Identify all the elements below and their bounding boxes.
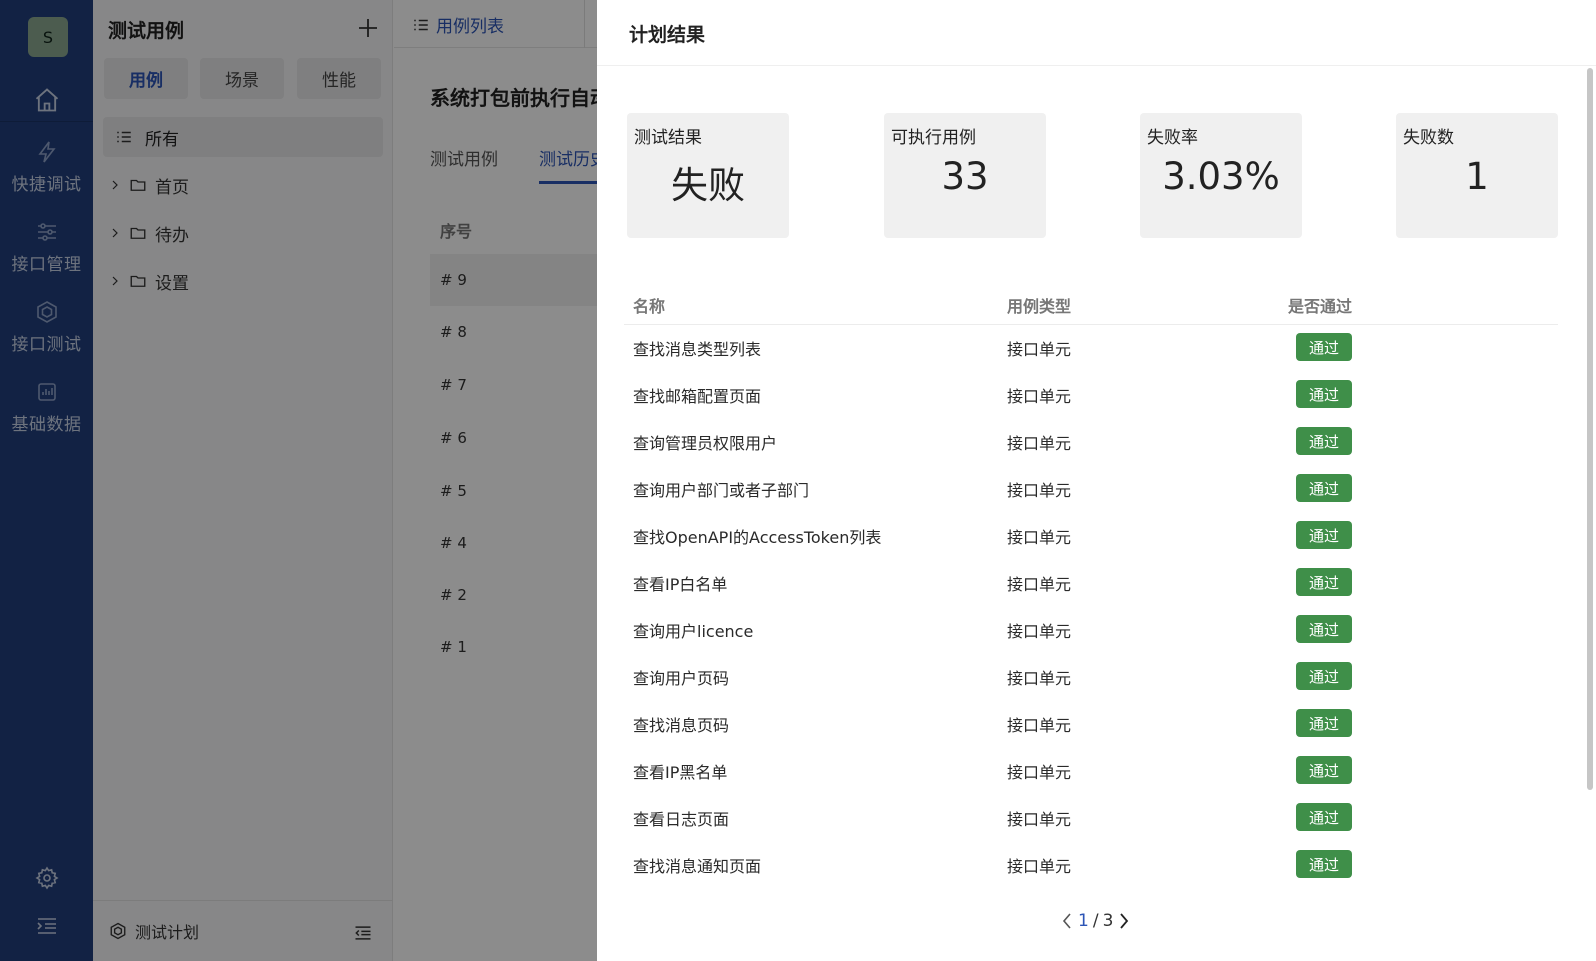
page-separator: / xyxy=(1092,911,1099,931)
pass-badge: 通过 xyxy=(1296,709,1352,737)
stat-card-result: 测试结果 失败 xyxy=(627,113,789,238)
table-row[interactable]: 查找OpenAPI的AccessToken列表 接口单元 通过 xyxy=(624,512,1558,559)
case-name: 查找邮箱配置页面 xyxy=(633,387,762,406)
case-type: 接口单元 xyxy=(1007,810,1072,829)
case-name: 查找消息页码 xyxy=(633,716,730,735)
pass-badge: 通过 xyxy=(1296,615,1352,643)
stat-label: 可执行用例 xyxy=(891,128,976,148)
drawer-title: 计划结果 xyxy=(629,24,706,46)
table-row[interactable]: 查看日志页面 接口单元 通过 xyxy=(624,794,1558,841)
case-name: 查看IP黑名单 xyxy=(633,763,728,782)
table-row[interactable]: 查询用户licence 接口单元 通过 xyxy=(624,606,1558,653)
stat-card-executable: 可执行用例 33 xyxy=(884,113,1046,238)
case-type: 接口单元 xyxy=(1007,857,1072,876)
column-header-name: 名称 xyxy=(633,297,666,316)
pass-badge: 通过 xyxy=(1296,380,1352,408)
stat-card-fail-count: 失败数 1 xyxy=(1396,113,1558,238)
total-pages: 3 xyxy=(1102,911,1114,931)
case-name: 查询用户licence xyxy=(633,622,754,641)
pass-badge: 通过 xyxy=(1296,568,1352,596)
stat-value: 1 xyxy=(1465,155,1489,198)
stat-label: 测试结果 xyxy=(634,128,702,148)
chevron-right-icon xyxy=(1120,913,1129,929)
table-row[interactable]: 查找邮箱配置页面 接口单元 通过 xyxy=(624,371,1558,418)
case-type: 接口单元 xyxy=(1007,575,1072,594)
case-type: 接口单元 xyxy=(1007,434,1072,453)
result-table-header: 名称 用例类型 是否通过 xyxy=(624,285,1558,325)
case-type: 接口单元 xyxy=(1007,481,1072,500)
drawer-header: 计划结果 xyxy=(597,0,1596,66)
next-page-button[interactable] xyxy=(1117,910,1131,932)
case-type: 接口单元 xyxy=(1007,340,1072,359)
case-type: 接口单元 xyxy=(1007,387,1072,406)
case-type: 接口单元 xyxy=(1007,716,1072,735)
case-name: 查找OpenAPI的AccessToken列表 xyxy=(633,528,882,547)
stat-value: 失败 xyxy=(671,164,745,207)
pass-badge: 通过 xyxy=(1296,756,1352,784)
case-type: 接口单元 xyxy=(1007,622,1072,641)
scrollbar-thumb[interactable] xyxy=(1587,68,1593,790)
case-type: 接口单元 xyxy=(1007,669,1072,688)
stat-value: 33 xyxy=(941,155,989,198)
pagination: 1 / 3 xyxy=(1060,908,1131,934)
pass-badge: 通过 xyxy=(1296,333,1352,361)
stat-card-fail-rate: 失败率 3.03% xyxy=(1140,113,1302,238)
table-row[interactable]: 查看IP黑名单 接口单元 通过 xyxy=(624,747,1558,794)
current-page: 1 xyxy=(1078,911,1089,931)
column-header-passed: 是否通过 xyxy=(1288,297,1353,316)
case-name: 查询管理员权限用户 xyxy=(633,434,778,453)
case-name: 查找消息类型列表 xyxy=(633,340,762,359)
column-header-type: 用例类型 xyxy=(1007,297,1072,316)
stat-label: 失败数 xyxy=(1403,128,1454,148)
plan-result-drawer: 计划结果 测试结果 失败 可执行用例 33 失败率 3.03% 失败数 1 名称… xyxy=(597,0,1596,961)
case-name: 查看IP白名单 xyxy=(633,575,728,594)
table-row[interactable]: 查找消息页码 接口单元 通过 xyxy=(624,700,1558,747)
table-row[interactable]: 查看IP白名单 接口单元 通过 xyxy=(624,559,1558,606)
table-row[interactable]: 查询用户部门或者子部门 接口单元 通过 xyxy=(624,465,1558,512)
pass-badge: 通过 xyxy=(1296,427,1352,455)
case-name: 查询用户部门或者子部门 xyxy=(633,481,810,500)
prev-page-button[interactable] xyxy=(1060,910,1074,932)
table-row[interactable]: 查找消息类型列表 接口单元 通过 xyxy=(624,324,1558,371)
chevron-left-icon xyxy=(1062,913,1071,929)
case-name: 查看日志页面 xyxy=(633,810,730,829)
stat-value: 3.03% xyxy=(1162,155,1280,198)
case-type: 接口单元 xyxy=(1007,528,1072,547)
app-root: S 快捷调试 接口管理 接口测试 基础数据 测试用例 用例 场景 性能 所有 首… xyxy=(0,0,1596,961)
pass-badge: 通过 xyxy=(1296,803,1352,831)
case-type: 接口单元 xyxy=(1007,763,1072,782)
table-row[interactable]: 查询用户页码 接口单元 通过 xyxy=(624,653,1558,700)
pass-badge: 通过 xyxy=(1296,474,1352,502)
table-row[interactable]: 查询管理员权限用户 接口单元 通过 xyxy=(624,418,1558,465)
pass-badge: 通过 xyxy=(1296,850,1352,878)
pass-badge: 通过 xyxy=(1296,662,1352,690)
case-name: 查询用户页码 xyxy=(633,669,730,688)
table-row[interactable]: 查找消息通知页面 接口单元 通过 xyxy=(624,841,1558,888)
case-name: 查找消息通知页面 xyxy=(633,857,762,876)
stat-label: 失败率 xyxy=(1147,128,1198,148)
pass-badge: 通过 xyxy=(1296,521,1352,549)
